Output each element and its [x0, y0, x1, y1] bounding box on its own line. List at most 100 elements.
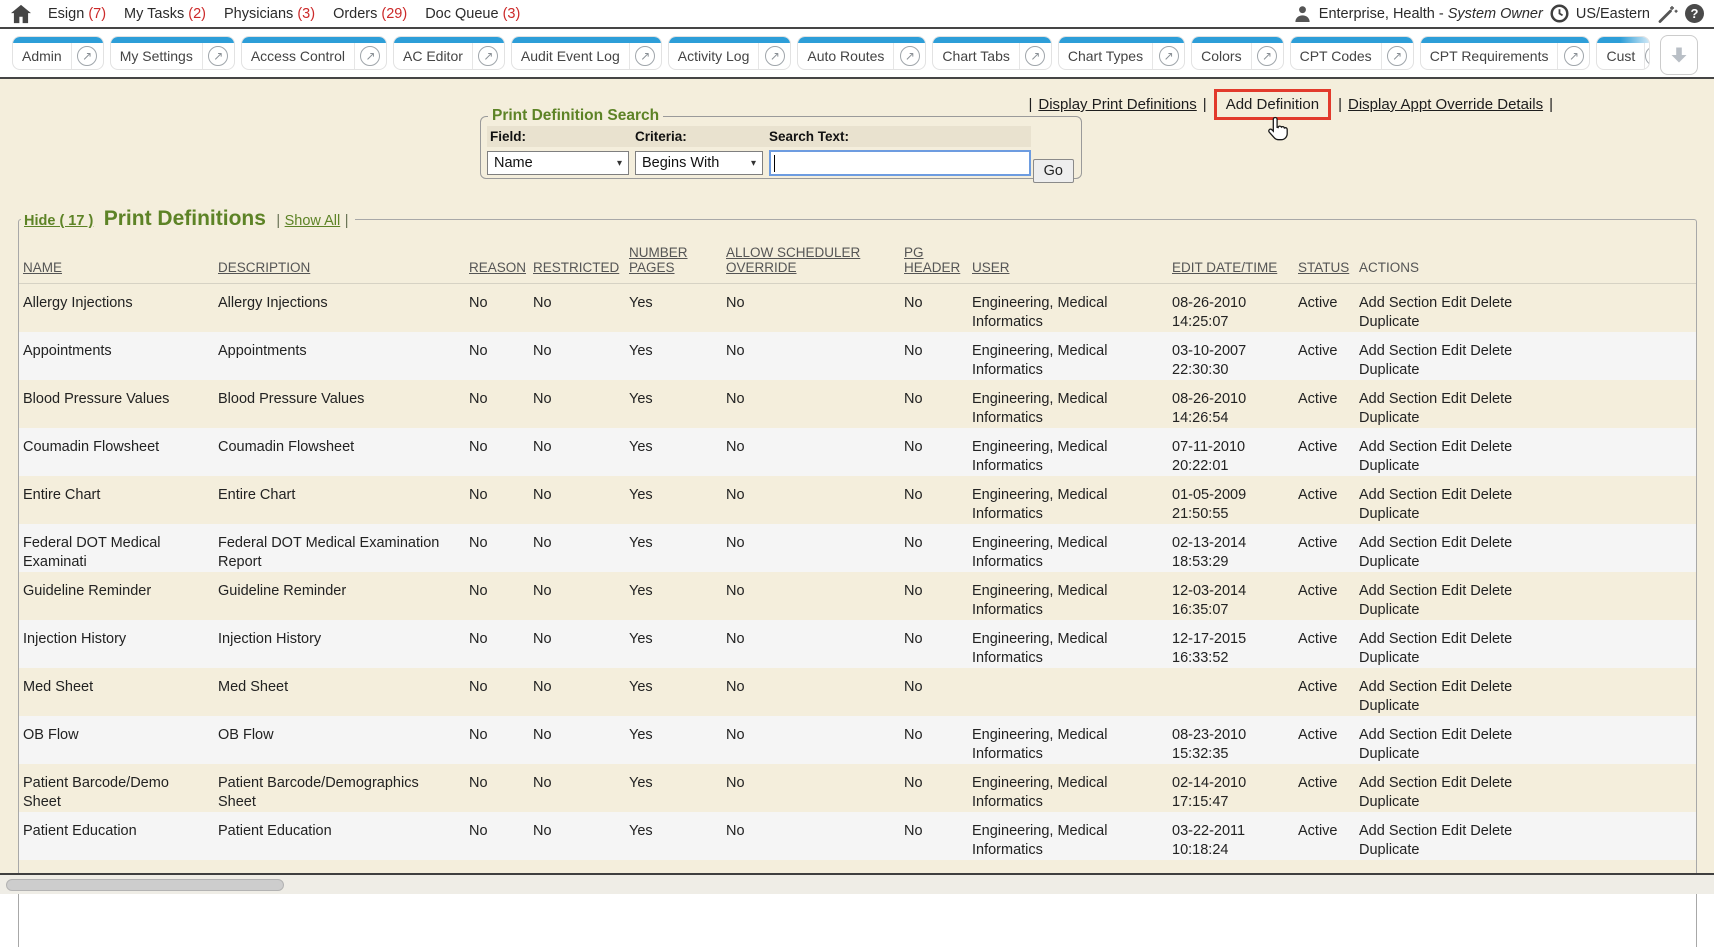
row-action-delete[interactable]: Delete: [1470, 343, 1512, 359]
tab-open-arrow-icon[interactable]: ↗: [472, 43, 504, 69]
go-button[interactable]: Go: [1033, 159, 1074, 183]
row-action-edit[interactable]: Edit: [1441, 295, 1466, 311]
tab-open-arrow-icon[interactable]: ↗: [758, 43, 790, 69]
col-header-text[interactable]: USER: [972, 260, 1010, 275]
col-header-text[interactable]: PG HEADER: [904, 245, 960, 275]
home-icon[interactable]: [10, 4, 32, 24]
row-action-add-section[interactable]: Add Section: [1359, 343, 1437, 359]
row-action-duplicate[interactable]: Duplicate: [1359, 698, 1419, 714]
tab-open-arrow-icon[interactable]: ↗: [1557, 43, 1589, 69]
row-action-duplicate[interactable]: Duplicate: [1359, 314, 1419, 330]
row-action-edit[interactable]: Edit: [1441, 631, 1466, 647]
col-header-number-pages[interactable]: NUMBER PAGES: [625, 233, 722, 283]
row-action-duplicate[interactable]: Duplicate: [1359, 362, 1419, 378]
nav-item-orders[interactable]: Orders (29): [333, 6, 407, 22]
row-action-add-section[interactable]: Add Section: [1359, 679, 1437, 695]
row-action-edit[interactable]: Edit: [1441, 391, 1466, 407]
nav-item-physicians[interactable]: Physicians (3): [224, 6, 315, 22]
row-action-delete[interactable]: Delete: [1470, 583, 1512, 599]
row-action-add-section[interactable]: Add Section: [1359, 775, 1437, 791]
col-header-text[interactable]: STATUS: [1298, 260, 1349, 275]
horizontal-scrollbar[interactable]: [0, 873, 1714, 894]
show-all-link[interactable]: Show All: [285, 213, 341, 229]
row-action-edit[interactable]: Edit: [1441, 535, 1466, 551]
tab-cpt-codes[interactable]: CPT Codes↗: [1290, 36, 1414, 70]
tab-cust[interactable]: Cust↗: [1596, 36, 1650, 70]
row-action-add-section[interactable]: Add Section: [1359, 823, 1437, 839]
row-action-duplicate[interactable]: Duplicate: [1359, 794, 1419, 810]
row-action-add-section[interactable]: Add Section: [1359, 487, 1437, 503]
row-action-duplicate[interactable]: Duplicate: [1359, 506, 1419, 522]
tab-open-arrow-icon[interactable]: ↗: [893, 43, 925, 69]
tabs-overflow-button[interactable]: [1660, 35, 1698, 75]
tab-open-arrow-icon[interactable]: ↗: [1381, 43, 1413, 69]
row-action-duplicate[interactable]: Duplicate: [1359, 458, 1419, 474]
tab-open-arrow-icon[interactable]: ↗: [202, 43, 234, 69]
col-header-pg-header[interactable]: PG HEADER: [900, 233, 968, 283]
tab-access-control[interactable]: Access Control↗: [241, 36, 387, 70]
field-select[interactable]: Name ▾: [487, 151, 629, 175]
nav-item-my-tasks[interactable]: My Tasks (2): [124, 6, 206, 22]
tab-my-settings[interactable]: My Settings↗: [110, 36, 235, 70]
col-header-text[interactable]: DESCRIPTION: [218, 260, 310, 275]
row-action-delete[interactable]: Delete: [1470, 823, 1512, 839]
tab-ac-editor[interactable]: AC Editor↗: [393, 36, 505, 70]
tab-open-arrow-icon[interactable]: ↗: [1251, 43, 1283, 69]
search-text-input[interactable]: [769, 150, 1031, 176]
help-icon[interactable]: ?: [1685, 4, 1704, 23]
col-header-user[interactable]: USER: [968, 233, 1168, 283]
row-action-add-section[interactable]: Add Section: [1359, 439, 1437, 455]
col-header-text[interactable]: ALLOW SCHEDULER OVERRIDE: [726, 245, 860, 275]
tab-admin[interactable]: Admin↗: [12, 36, 104, 70]
tab-auto-routes[interactable]: Auto Routes↗: [797, 36, 926, 70]
col-header-text[interactable]: NAME: [23, 260, 62, 275]
row-action-add-section[interactable]: Add Section: [1359, 583, 1437, 599]
hide-link[interactable]: Hide ( 17 ): [24, 213, 93, 229]
col-header-text[interactable]: RESTRICTED: [533, 260, 619, 275]
row-action-edit[interactable]: Edit: [1441, 679, 1466, 695]
row-action-add-section[interactable]: Add Section: [1359, 631, 1437, 647]
row-action-edit[interactable]: Edit: [1441, 583, 1466, 599]
row-action-duplicate[interactable]: Duplicate: [1359, 842, 1419, 858]
row-action-delete[interactable]: Delete: [1470, 487, 1512, 503]
row-action-delete[interactable]: Delete: [1470, 631, 1512, 647]
col-header-description[interactable]: DESCRIPTION: [214, 233, 465, 283]
row-action-delete[interactable]: Delete: [1470, 679, 1512, 695]
criteria-select[interactable]: Begins With ▾: [635, 151, 763, 175]
col-header-text[interactable]: NUMBER PAGES: [629, 245, 688, 275]
row-action-add-section[interactable]: Add Section: [1359, 391, 1437, 407]
tab-open-arrow-icon[interactable]: ↗: [629, 43, 661, 69]
tab-open-arrow-icon[interactable]: ↗: [1019, 43, 1051, 69]
col-header-reason[interactable]: REASON: [465, 233, 529, 283]
row-action-edit[interactable]: Edit: [1441, 343, 1466, 359]
tab-open-arrow-icon[interactable]: ↗: [71, 43, 103, 69]
tab-activity-log[interactable]: Activity Log↗: [668, 36, 792, 70]
row-action-duplicate[interactable]: Duplicate: [1359, 746, 1419, 762]
row-action-edit[interactable]: Edit: [1441, 487, 1466, 503]
col-header-text[interactable]: REASON: [469, 260, 526, 275]
scrollbar-thumb[interactable]: [6, 879, 284, 891]
nav-item-doc-queue[interactable]: Doc Queue (3): [425, 6, 520, 22]
tab-cpt-requirements[interactable]: CPT Requirements↗: [1420, 36, 1591, 70]
display-appt-override-link[interactable]: Display Appt Override Details: [1348, 96, 1543, 113]
col-header-status[interactable]: STATUS: [1294, 233, 1355, 283]
nav-item-esign[interactable]: Esign (7): [48, 6, 106, 22]
tab-open-arrow-icon[interactable]: ↗: [1644, 43, 1650, 69]
row-action-duplicate[interactable]: Duplicate: [1359, 554, 1419, 570]
col-header-text[interactable]: EDIT DATE/TIME: [1172, 260, 1277, 275]
tab-colors[interactable]: Colors↗: [1191, 36, 1283, 70]
row-action-duplicate[interactable]: Duplicate: [1359, 410, 1419, 426]
tab-audit-event-log[interactable]: Audit Event Log↗: [511, 36, 662, 70]
col-header-allow-scheduler-override[interactable]: ALLOW SCHEDULER OVERRIDE: [722, 233, 900, 283]
col-header-name[interactable]: NAME: [19, 233, 214, 283]
tab-open-arrow-icon[interactable]: ↗: [354, 43, 386, 69]
row-action-delete[interactable]: Delete: [1470, 391, 1512, 407]
row-action-add-section[interactable]: Add Section: [1359, 535, 1437, 551]
row-action-add-section[interactable]: Add Section: [1359, 727, 1437, 743]
row-action-delete[interactable]: Delete: [1470, 727, 1512, 743]
add-definition-link[interactable]: Add Definition: [1226, 96, 1319, 113]
row-action-edit[interactable]: Edit: [1441, 823, 1466, 839]
row-action-delete[interactable]: Delete: [1470, 535, 1512, 551]
row-action-delete[interactable]: Delete: [1470, 775, 1512, 791]
tab-open-arrow-icon[interactable]: ↗: [1152, 43, 1184, 69]
